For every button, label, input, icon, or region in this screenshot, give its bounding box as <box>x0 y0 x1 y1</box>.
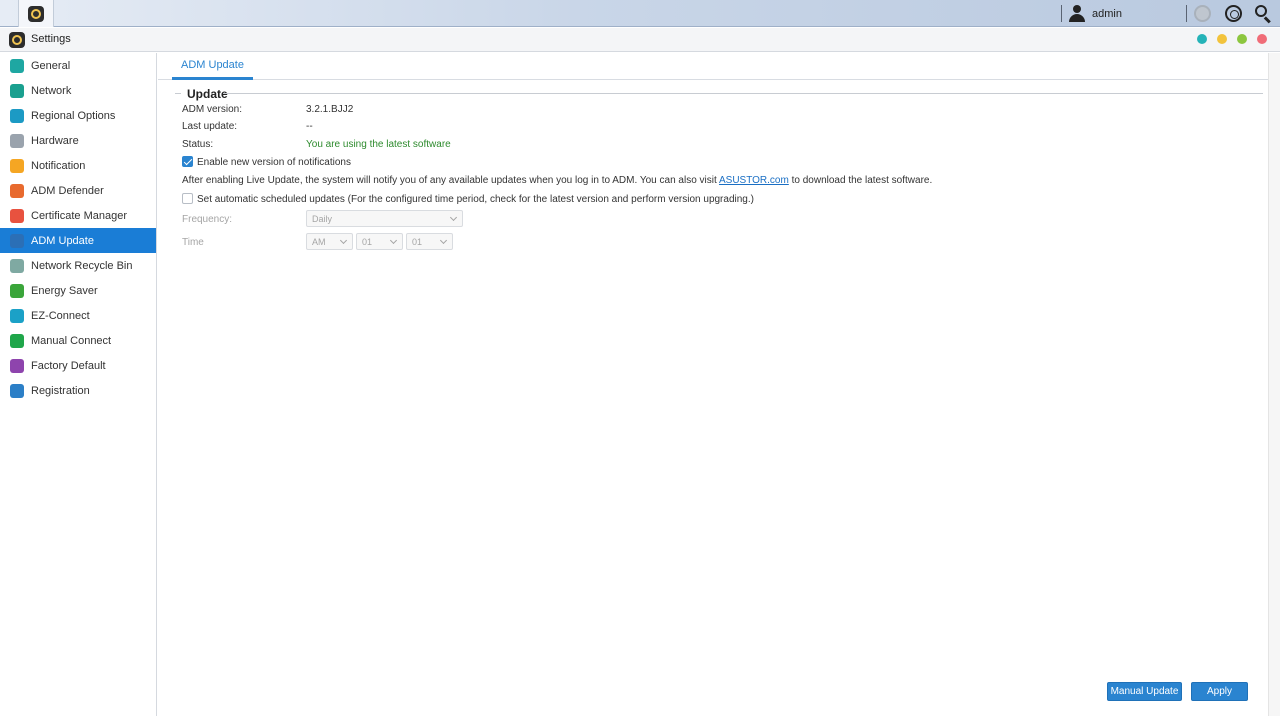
adm-update-icon <box>10 233 24 248</box>
sidebar-item-label: Energy Saver <box>31 284 98 297</box>
sidebar-item-regional-options[interactable]: Regional Options <box>0 103 156 128</box>
general-icon <box>10 58 24 73</box>
asustor-link[interactable]: ASUSTOR.com <box>719 175 789 186</box>
sidebar-item-factory-default[interactable]: Factory Default <box>0 353 156 378</box>
regional-options-icon <box>10 108 24 123</box>
globe-icon[interactable] <box>1225 5 1242 22</box>
username-label[interactable]: admin <box>1092 8 1122 20</box>
sidebar-item-hardware[interactable]: Hardware <box>0 128 156 153</box>
sidebar-item-label: ADM Defender <box>31 184 104 197</box>
manual-update-button[interactable]: Manual Update <box>1107 682 1182 701</box>
time-hour-select[interactable]: 01 <box>356 233 403 250</box>
time-label: Time <box>182 237 204 248</box>
live-update-info-text: After enabling Live Update, the system w… <box>182 175 932 186</box>
section-title-update: Update <box>187 87 228 101</box>
chevron-down-icon <box>439 236 448 245</box>
enable-notifications-label[interactable]: Enable new version of notifications <box>197 157 351 168</box>
sidebar-item-label: Certificate Manager <box>31 209 127 222</box>
window-titlebar: Settings <box>0 28 1280 52</box>
minimize-button[interactable] <box>1217 34 1227 44</box>
chevron-down-icon <box>449 213 458 222</box>
auto-scheduled-updates-checkbox[interactable] <box>182 193 193 204</box>
recycle-bin-icon <box>10 258 24 273</box>
sidebar-item-ez-connect[interactable]: EZ-Connect <box>0 303 156 328</box>
sidebar-item-registration[interactable]: Registration <box>0 378 156 403</box>
factory-default-icon <box>10 358 24 373</box>
last-update-label: Last update: <box>182 121 238 132</box>
taskbar-divider <box>1186 5 1187 22</box>
sidebar-item-label: General <box>31 59 71 72</box>
vertical-scrollbar[interactable] <box>1268 53 1280 716</box>
sidebar-item-label: Network <box>31 84 72 97</box>
info-text-part: to download the latest software. <box>788 175 933 186</box>
sidebar-item-certificate-manager[interactable]: Certificate Manager <box>0 203 156 228</box>
help-button[interactable] <box>1197 34 1207 44</box>
tab-bar: ADM Update <box>158 53 1280 80</box>
registration-icon <box>10 383 24 398</box>
notification-icon <box>10 158 24 173</box>
sidebar-item-network-recycle-bin[interactable]: Network Recycle Bin <box>0 253 156 278</box>
taskbar-divider <box>1061 5 1062 22</box>
frequency-value: Daily <box>312 213 333 224</box>
ez-connect-cloud-icon <box>10 308 24 323</box>
settings-gear-icon <box>9 32 25 48</box>
energy-saver-icon <box>10 283 24 298</box>
time-minute-value: 01 <box>412 236 423 247</box>
sidebar-item-network[interactable]: Network <box>0 78 156 103</box>
network-globe-icon <box>10 83 24 98</box>
sidebar-item-label: Regional Options <box>31 109 116 122</box>
notification-bell-icon[interactable] <box>1194 5 1211 22</box>
sidebar-item-manual-connect[interactable]: Manual Connect <box>0 328 156 353</box>
search-icon[interactable] <box>1255 5 1272 24</box>
sidebar-item-notification[interactable]: Notification <box>0 153 156 178</box>
last-update-value: -- <box>306 121 313 132</box>
close-button[interactable] <box>1257 34 1267 44</box>
status-label: Status: <box>182 139 214 150</box>
window-title: Settings <box>31 33 71 45</box>
auto-scheduled-updates-label[interactable]: Set automatic scheduled updates (For the… <box>197 194 754 205</box>
time-ampm-select[interactable]: AM <box>306 233 353 250</box>
sidebar-item-label: Manual Connect <box>31 334 112 347</box>
enable-notifications-checkbox[interactable] <box>182 156 193 167</box>
section-divider <box>175 93 181 94</box>
taskbar: admin <box>0 0 1280 27</box>
sidebar-item-label: Registration <box>31 384 90 397</box>
sidebar: General Network Regional Options Hardwar… <box>0 53 157 716</box>
maximize-button[interactable] <box>1237 34 1247 44</box>
section-divider <box>223 93 1263 94</box>
info-text-part: After enabling Live Update, the system w… <box>182 175 719 186</box>
apply-button[interactable]: Apply <box>1191 682 1248 701</box>
adm-defender-icon <box>10 183 24 198</box>
sidebar-item-label: Notification <box>31 159 86 172</box>
chevron-down-icon <box>339 236 348 245</box>
settings-gear-icon <box>28 5 44 22</box>
frequency-select[interactable]: Daily <box>306 210 463 227</box>
tab-adm-update[interactable]: ADM Update <box>172 53 253 80</box>
time-hour-value: 01 <box>362 236 373 247</box>
sidebar-item-label: Factory Default <box>31 359 106 372</box>
sidebar-item-adm-defender[interactable]: ADM Defender <box>0 178 156 203</box>
user-icon[interactable] <box>1069 5 1085 22</box>
time-minute-select[interactable]: 01 <box>406 233 453 250</box>
certificate-icon <box>10 208 24 223</box>
sidebar-item-energy-saver[interactable]: Energy Saver <box>0 278 156 303</box>
manual-connect-icon <box>10 333 24 348</box>
sidebar-item-label: Hardware <box>31 134 79 147</box>
chevron-down-icon <box>389 236 398 245</box>
time-ampm-value: AM <box>312 236 326 247</box>
sidebar-item-general[interactable]: General <box>0 53 156 78</box>
sidebar-item-label: Network Recycle Bin <box>31 259 133 272</box>
frequency-label: Frequency: <box>182 214 233 225</box>
settings-app-taskbar-button[interactable] <box>18 0 54 27</box>
status-value: You are using the latest software <box>306 139 451 150</box>
hardware-icon <box>10 133 24 148</box>
sidebar-item-adm-update[interactable]: ADM Update <box>0 228 156 253</box>
sidebar-item-label: ADM Update <box>31 234 94 247</box>
adm-version-value: 3.2.1.BJJ2 <box>306 104 354 115</box>
sidebar-item-label: EZ-Connect <box>31 309 90 322</box>
adm-version-label: ADM version: <box>182 104 243 115</box>
